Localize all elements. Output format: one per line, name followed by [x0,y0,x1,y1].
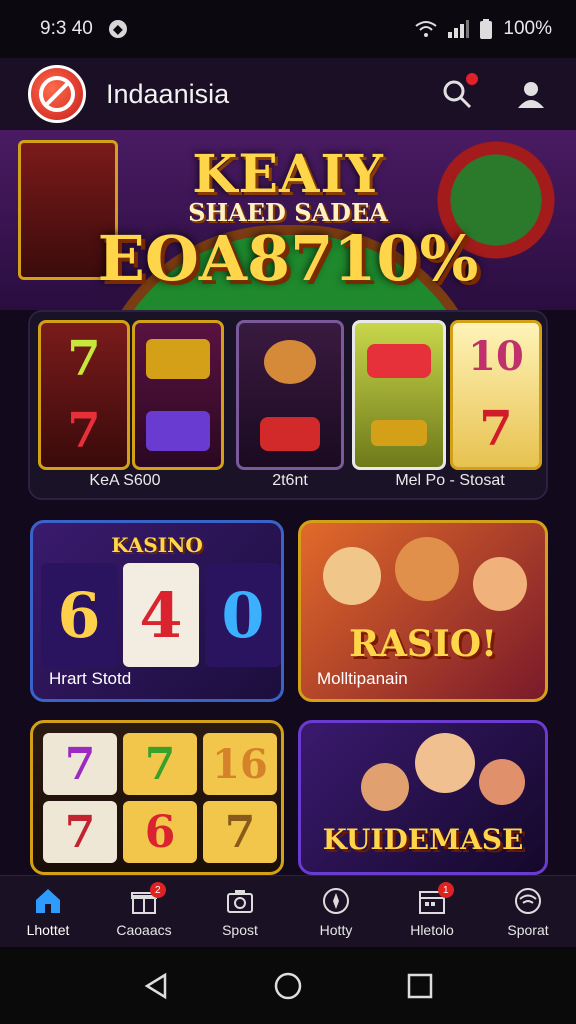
battery-percent: 100% [503,18,552,39]
tile-caption-rasio: Molltipanain [317,669,408,688]
search-button[interactable] [440,73,478,111]
kasino-reels: 6 4 0 [41,563,281,667]
profile-button[interactable] [514,77,548,111]
nav-label: Spost [222,921,258,938]
game-tile-kuidemase[interactable]: KUIDEMASE [298,720,548,875]
boot-symbol [371,420,427,446]
nav-label: Hletolo [410,921,454,938]
seven-symbol: 7 [67,331,101,387]
wifi-icon [515,887,541,914]
sevens-cell: 6 [123,801,197,863]
hero-amount: EOA8710% [97,222,479,295]
nav-badge: 1 [437,882,454,898]
tile-heading-kuidemase: KUIDEMASE [322,823,524,856]
signal-icon [448,20,470,38]
home-icon [36,888,60,913]
heart-symbol [260,416,320,451]
app-title: Indaanisia [106,78,230,109]
nav-item-hletolo[interactable]: 1 Hletolo [384,876,480,947]
nav-item-home[interactable]: Lhottet [0,876,96,947]
camera-icon [227,889,253,913]
sevens-cell: 7 [43,801,117,863]
seven-symbol: 7 [479,401,513,457]
user-icon [518,82,544,108]
app-logo[interactable] [28,65,86,123]
notification-icon: ◆ [108,20,127,38]
tile-caption-kasino: Hrart Stotd [49,669,132,688]
sevens-cell: 7 [203,801,277,863]
nav-item-hotty[interactable]: Hotty [288,876,384,947]
status-time: 9:3 40 [40,18,93,39]
slot-reel-card[interactable]: 7 7 10 7 KeA S600 2t6nt Mel Po - Stosat [28,310,548,500]
nav-item-sporat[interactable]: Sporat [480,876,576,947]
character-avatar [395,537,459,601]
back-icon[interactable] [141,971,171,1001]
wifi-icon [415,21,438,37]
game-tile-rasio[interactable]: RASIO! Molltipanain [298,520,548,702]
character-avatar [361,763,409,811]
nav-label: Hotty [319,921,353,938]
sevens-cell: 16 [203,733,277,795]
kasino-reel-2: 4 [123,563,199,667]
character-avatar [415,733,475,793]
status-bar: 9:3 40 ◆ 100% [0,0,576,58]
nav-label: Lhottet [26,921,70,938]
badge-symbol [146,339,210,379]
character-avatar [479,759,525,805]
kasino-reel-1: 6 [41,563,117,667]
seven-symbol: 7 [67,403,101,459]
dog-symbol [264,339,316,384]
system-nav-bar [0,947,576,1024]
nav-item-gifts[interactable]: 2 Caoaacs [96,876,192,947]
nav-item-spost[interactable]: Spost [192,876,288,947]
nav-label: Caoaacs [116,921,172,938]
reel-label-1: KeA S600 [89,472,161,489]
badge-symbol [146,411,210,451]
tile-heading-kasino: KASINO [111,533,203,557]
reel-3[interactable] [236,320,344,470]
reel-label-3: Mel Po - Stosat [395,472,505,489]
hero-title: KEAIY [192,144,384,205]
car-symbol [367,344,431,378]
bottom-nav: Lhottet 2 Caoaacs Spost Hotty 1 Hletolo … [0,875,576,947]
recents-icon[interactable] [405,971,435,1001]
character-avatar [323,547,381,605]
character-avatar [473,557,527,611]
reel-label-2: 2t6nt [272,472,308,489]
app-bar: Indaanisia [0,58,576,130]
reel-2[interactable] [132,320,224,470]
game-tile-sevens[interactable]: 7 7 16 7 6 7 [30,720,284,875]
reel-5[interactable]: 10 7 [450,320,542,470]
no-symbol-icon [39,76,75,112]
nav-label: Sporat [507,921,549,938]
battery-icon [480,19,493,39]
kasino-reel-3: 0 [205,563,281,667]
search-badge [466,73,478,85]
sevens-cell: 7 [43,733,117,795]
sevens-cell: 7 [123,733,197,795]
nav-badge: 2 [149,882,166,898]
game-tile-kasino[interactable]: KASINO 6 4 0 Hrart Stotd [30,520,284,702]
compass-icon [323,887,349,914]
hero-banner[interactable]: KEAIY SHAED SADEA EOA8710% [0,130,576,310]
bar-symbol: 10 [468,333,524,380]
home-circle-icon[interactable] [273,971,303,1001]
reel-1[interactable]: 7 7 [38,320,130,470]
reel-4[interactable] [352,320,446,470]
tile-heading-rasio: RASIO! [349,623,497,665]
